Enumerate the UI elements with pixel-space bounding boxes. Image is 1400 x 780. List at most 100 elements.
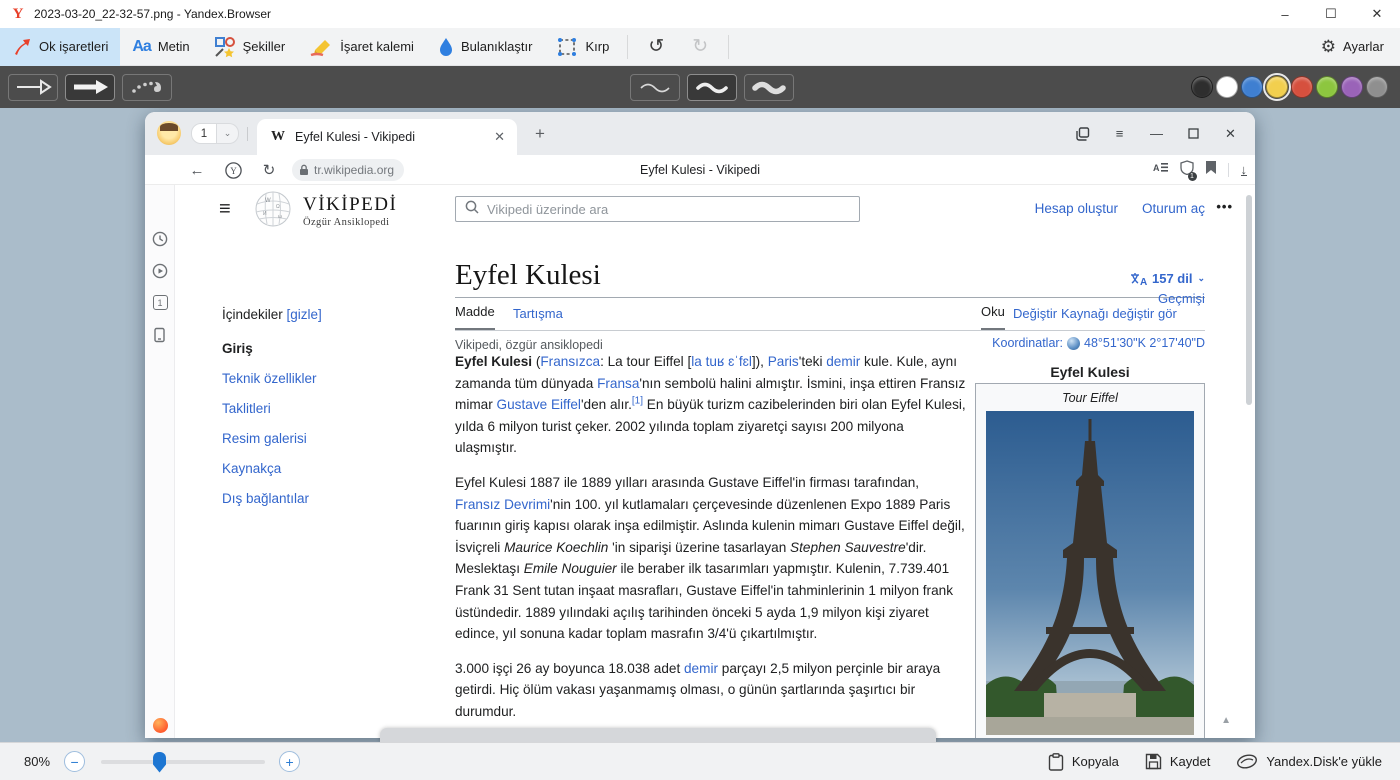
browser-maximize-icon — [1175, 112, 1212, 155]
style-toolbar — [0, 66, 1400, 108]
create-account-link[interactable]: Hesap oluştur — [1035, 201, 1118, 216]
editor-toolbar: Ok işaretleri Aa Metin Şekiller İşaret k… — [0, 28, 1400, 66]
toc-hide-toggle[interactable]: [gizle] — [287, 307, 322, 322]
inline-link[interactable]: Gustave Eiffel — [497, 397, 581, 412]
color-swatch-red[interactable] — [1291, 76, 1313, 98]
wikipedia-globe-logo: WΩИω — [251, 188, 295, 232]
settings-label: Ayarlar — [1343, 39, 1384, 54]
arrow-style-dotted-button[interactable] — [122, 74, 172, 101]
color-swatch-green[interactable] — [1316, 76, 1338, 98]
coordinates-value[interactable]: 48°51'30"K 2°17'40"D — [1084, 336, 1205, 350]
scroll-indicator-icon: ▲ — [1221, 715, 1231, 726]
arrow-style-thick-button[interactable] — [65, 74, 115, 101]
color-swatch-gray[interactable] — [1366, 76, 1388, 98]
toc-item-kaynakca[interactable]: Kaynakça — [222, 458, 432, 479]
line-thick-button[interactable] — [744, 74, 794, 101]
tab-counter-chevron-icon: ⌄ — [217, 123, 239, 144]
globe-icon — [1067, 337, 1080, 350]
toc-item-resim-galerisi[interactable]: Resim galerisi — [222, 428, 432, 449]
shield-badge: 1 — [1188, 172, 1197, 181]
article-body: Eyfel Kulesi (Fransızca: La tour Eiffel … — [455, 351, 967, 738]
search-input[interactable] — [487, 202, 859, 217]
color-swatch-black[interactable] — [1191, 76, 1213, 98]
wiki-search-box[interactable] — [455, 196, 860, 222]
infobox: Tour Eiffel — [975, 383, 1205, 738]
settings-button[interactable]: ⚙ Ayarlar — [1321, 37, 1400, 57]
inline-link[interactable]: [1] — [632, 396, 643, 407]
eiffel-tower-photo — [986, 411, 1194, 735]
zoom-slider[interactable] — [101, 760, 265, 764]
coordinates-label[interactable]: Koordinatlar: — [992, 336, 1063, 350]
line-thickness-group — [630, 74, 801, 101]
wiki-logo-tagline: Özgür Ansiklopedi — [303, 217, 397, 228]
undo-button[interactable]: ↺ — [634, 35, 678, 58]
device-sync-icon — [145, 327, 175, 343]
inline-link[interactable]: demir — [684, 661, 718, 676]
save-button[interactable]: Kaydet — [1145, 753, 1210, 770]
marker-tool-button[interactable]: İşaret kalemi — [297, 28, 426, 66]
tab-read[interactable]: Oku — [981, 304, 1005, 330]
text-tool-button[interactable]: Aa Metin — [120, 28, 201, 66]
arrow-style-thin-button[interactable] — [8, 74, 58, 101]
red-arrow-icon — [12, 37, 32, 57]
color-swatch-purple[interactable] — [1341, 76, 1363, 98]
color-palette — [1191, 76, 1388, 98]
new-tab-icon: + — [535, 124, 545, 144]
toc-item-dis-baglantilar[interactable]: Dış bağlantılar — [222, 488, 432, 509]
sign-in-link[interactable]: Oturum aç — [1142, 201, 1205, 216]
tab-edit[interactable]: Değiştir — [1013, 306, 1057, 330]
language-selector[interactable]: A 157 dil ⌄ — [1130, 271, 1205, 286]
history-clock-icon — [145, 231, 175, 247]
tab-history[interactable]: Geçmişi gör — [1158, 291, 1205, 330]
screenshot-image: 1 ⌄ W Eyfel Kulesi - Vikipedi ✕ + ≡ — ✕ — [145, 112, 1255, 738]
line-thin-button[interactable] — [630, 74, 680, 101]
wikipedia-wordmark: VİKİPEDİ Özgür Ansiklopedi — [303, 194, 397, 228]
arrows-tool-button[interactable]: Ok işaretleri — [0, 28, 120, 66]
editor-canvas[interactable]: 1 ⌄ W Eyfel Kulesi - Vikipedi ✕ + ≡ — ✕ — [0, 108, 1400, 742]
inline-link[interactable]: Paris — [768, 354, 799, 369]
svg-text:Y: Y — [230, 166, 237, 176]
line-medium-button[interactable] — [687, 74, 737, 101]
save-label: Kaydet — [1170, 754, 1210, 769]
clipboard-icon — [1048, 753, 1064, 771]
toc-item-giris[interactable]: Giriş — [222, 338, 432, 359]
zoom-slider-handle[interactable] — [153, 752, 166, 773]
thick-arrow-icon — [71, 79, 109, 95]
medium-wave-icon — [694, 79, 730, 95]
shapes-tool-button[interactable]: Şekiller — [202, 28, 298, 66]
inline-link[interactable]: Fransız Devrimi — [455, 497, 550, 512]
redo-button[interactable]: ↻ — [678, 35, 722, 58]
upload-yandex-disk-button[interactable]: Yandex.Disk'e yükle — [1236, 754, 1382, 769]
inline-link[interactable]: Fransa — [597, 376, 639, 391]
color-swatch-white[interactable] — [1216, 76, 1238, 98]
inline-link[interactable]: demir — [826, 354, 860, 369]
toc-item-taklitleri[interactable]: Taklitleri — [222, 398, 432, 419]
chevron-down-icon: ⌄ — [1197, 273, 1205, 284]
page-scrollbar[interactable] — [1246, 195, 1252, 405]
zoom-in-button[interactable]: + — [279, 751, 300, 772]
window-close-button[interactable]: ✕ — [1354, 0, 1400, 28]
tab-edit-source[interactable]: Kaynağı değiştir — [1061, 306, 1154, 330]
paragraph-1: Eyfel Kulesi (Fransızca: La tour Eiffel … — [455, 351, 967, 459]
window-maximize-button[interactable]: ☐ — [1308, 0, 1354, 28]
captured-taskbar-edge — [380, 728, 936, 742]
arrows-tool-label: Ok işaretleri — [39, 39, 108, 54]
inline-link[interactable]: Fransızca — [540, 354, 600, 369]
upload-label: Yandex.Disk'e yükle — [1266, 754, 1382, 769]
tab-counter-badge: 1 — [191, 123, 217, 144]
shapes-icon — [214, 36, 236, 58]
color-swatch-blue[interactable] — [1241, 76, 1263, 98]
table-of-contents: İçindekiler [gizle] Giriş Teknik özellik… — [222, 307, 432, 518]
inline-link[interactable]: la tuʁ ɛˈfɛl — [691, 354, 752, 369]
wiki-more-icon[interactable]: ••• — [1216, 199, 1233, 214]
crop-tool-button[interactable]: Kırp — [544, 28, 621, 66]
copy-button[interactable]: Kopyala — [1048, 753, 1119, 771]
tab-article[interactable]: Madde — [455, 304, 495, 330]
zoom-out-button[interactable]: − — [64, 751, 85, 772]
blur-tool-button[interactable]: Bulanıklaştır — [426, 28, 545, 66]
tab-count-icon: 1 — [145, 295, 175, 310]
color-swatch-yellow[interactable] — [1266, 76, 1288, 98]
window-minimize-button[interactable]: – — [1262, 0, 1308, 28]
tab-talk[interactable]: Tartışma — [513, 306, 563, 330]
toc-item-teknik-ozellikler[interactable]: Teknik özellikler — [222, 368, 432, 389]
